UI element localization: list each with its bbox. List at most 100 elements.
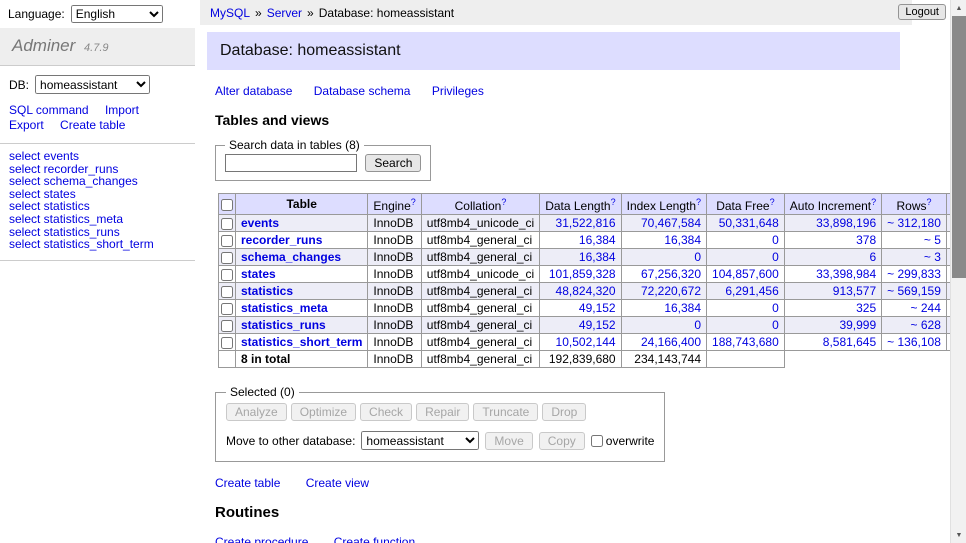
vertical-scrollbar[interactable]: ▲ ▼ <box>950 0 966 543</box>
rows-cell-link[interactable]: ~ 299,833 <box>887 267 941 281</box>
data-free-cell-link[interactable]: 0 <box>772 233 779 247</box>
analyze-button[interactable]: Analyze <box>226 403 287 421</box>
search-input[interactable] <box>225 154 357 172</box>
drop-button[interactable]: Drop <box>542 403 586 421</box>
index-length-cell-link[interactable]: 70,467,584 <box>641 216 701 230</box>
move-db-select[interactable]: homeassistant <box>361 431 479 450</box>
table-name-link[interactable]: recorder_runs <box>241 233 322 247</box>
help-link[interactable]: ? <box>501 197 506 207</box>
index-length-cell-link[interactable]: 16,384 <box>664 233 701 247</box>
row-checkbox[interactable] <box>221 320 233 332</box>
rows-cell-link[interactable]: ~ 312,180 <box>887 216 941 230</box>
logout-button[interactable]: Logout <box>898 4 946 20</box>
help-link[interactable]: ? <box>927 197 932 207</box>
scroll-down-icon[interactable]: ▼ <box>951 527 966 543</box>
help-link[interactable]: ? <box>871 197 876 207</box>
overwrite-checkbox[interactable] <box>591 435 603 447</box>
help-link[interactable]: ? <box>770 197 775 207</box>
auto-increment-cell-link[interactable]: 913,577 <box>833 284 876 298</box>
help-link[interactable]: ? <box>611 197 616 207</box>
data-length-cell-link[interactable]: 31,522,816 <box>556 216 616 230</box>
export-link[interactable]: Export <box>9 118 44 132</box>
data-length-cell-link[interactable]: 49,152 <box>579 301 616 315</box>
data-free-cell-link[interactable]: 50,331,648 <box>719 216 779 230</box>
privileges-link[interactable]: Privileges <box>432 84 484 98</box>
row-checkbox[interactable] <box>221 337 233 349</box>
selected-fieldset: Selected (0) AnalyzeOptimizeCheckRepairT… <box>215 385 665 462</box>
db-select[interactable]: homeassistant <box>35 75 150 94</box>
table-name-link[interactable]: statistics_runs <box>241 318 326 332</box>
create-function-link[interactable]: Create function <box>334 535 415 543</box>
row-checkbox[interactable] <box>221 218 233 230</box>
row-checkbox[interactable] <box>221 252 233 264</box>
auto-increment-cell-link[interactable]: 33,898,196 <box>816 216 876 230</box>
select-all-checkbox[interactable] <box>221 199 233 211</box>
search-button[interactable]: Search <box>365 154 421 172</box>
auto-increment-cell-link[interactable]: 6 <box>869 250 876 264</box>
collation-cell: utf8mb4_general_ci <box>421 334 539 351</box>
scroll-up-icon[interactable]: ▲ <box>951 0 966 16</box>
row-checkbox[interactable] <box>221 286 233 298</box>
data-length-cell-link[interactable]: 16,384 <box>579 250 616 264</box>
database-schema-link[interactable]: Database schema <box>314 84 411 98</box>
table-name-link[interactable]: schema_changes <box>241 250 341 264</box>
language-select[interactable]: English <box>71 5 163 23</box>
data-free-cell-link[interactable]: 0 <box>772 318 779 332</box>
scrollbar-thumb[interactable] <box>952 16 966 278</box>
help-link[interactable]: ? <box>696 197 701 207</box>
sidebar-select-link[interactable]: select statistics_short_term <box>9 237 154 251</box>
table-name-link[interactable]: statistics_short_term <box>241 335 362 349</box>
create-table-link[interactable]: Create table <box>60 118 125 132</box>
data-length-cell-link[interactable]: 101,859,328 <box>549 267 616 281</box>
index-length-cell-link[interactable]: 16,384 <box>664 301 701 315</box>
data-free-cell-link[interactable]: 0 <box>772 250 779 264</box>
data-length-cell-link[interactable]: 16,384 <box>579 233 616 247</box>
sql-command-link[interactable]: SQL command <box>9 103 89 117</box>
row-checkbox[interactable] <box>221 269 233 281</box>
data-free-cell-link[interactable]: 188,743,680 <box>712 335 779 349</box>
index-length-cell-link[interactable]: 67,256,320 <box>641 267 701 281</box>
help-link[interactable]: ? <box>411 197 416 207</box>
index-length-cell-link[interactable]: 72,220,672 <box>641 284 701 298</box>
rows-cell-link[interactable]: ~ 136,108 <box>887 335 941 349</box>
data-free-cell-link[interactable]: 0 <box>772 301 779 315</box>
rows-cell-link[interactable]: ~ 628 <box>911 318 941 332</box>
breadcrumb-mysql-link[interactable]: MySQL <box>210 6 250 20</box>
data-length-cell-link[interactable]: 49,152 <box>579 318 616 332</box>
create-procedure-link[interactable]: Create procedure <box>215 535 308 543</box>
row-checkbox[interactable] <box>221 303 233 315</box>
import-link[interactable]: Import <box>105 103 139 117</box>
auto-increment-cell-link[interactable]: 39,999 <box>839 318 876 332</box>
truncate-button[interactable]: Truncate <box>473 403 538 421</box>
move-button[interactable]: Move <box>485 432 532 450</box>
check-button[interactable]: Check <box>360 403 412 421</box>
adminer-logo-link[interactable]: Adminer <box>12 36 75 55</box>
alter-database-link[interactable]: Alter database <box>215 84 292 98</box>
create-table-link-main[interactable]: Create table <box>215 476 280 490</box>
auto-increment-cell-link[interactable]: 325 <box>856 301 876 315</box>
breadcrumb-server-link[interactable]: Server <box>267 6 302 20</box>
table-name-link[interactable]: statistics <box>241 284 293 298</box>
index-length-cell-link[interactable]: 0 <box>694 318 701 332</box>
create-view-link[interactable]: Create view <box>306 476 369 490</box>
table-name-link[interactable]: states <box>241 267 276 281</box>
data-free-cell-link[interactable]: 104,857,600 <box>712 267 779 281</box>
row-checkbox[interactable] <box>221 235 233 247</box>
rows-cell-link[interactable]: ~ 5 <box>924 233 941 247</box>
data-length-cell-link[interactable]: 48,824,320 <box>556 284 616 298</box>
data-free-cell-link[interactable]: 6,291,456 <box>725 284 778 298</box>
index-length-cell-link[interactable]: 24,166,400 <box>641 335 701 349</box>
auto-increment-cell-link[interactable]: 378 <box>856 233 876 247</box>
table-name-link[interactable]: events <box>241 216 279 230</box>
rows-cell-link[interactable]: ~ 3 <box>924 250 941 264</box>
repair-button[interactable]: Repair <box>416 403 469 421</box>
rows-cell-link[interactable]: ~ 244 <box>911 301 941 315</box>
optimize-button[interactable]: Optimize <box>291 403 356 421</box>
table-name-link[interactable]: statistics_meta <box>241 301 328 315</box>
auto-increment-cell-link[interactable]: 33,398,984 <box>816 267 876 281</box>
copy-button[interactable]: Copy <box>539 432 585 450</box>
index-length-cell-link[interactable]: 0 <box>694 250 701 264</box>
data-length-cell-link[interactable]: 10,502,144 <box>556 335 616 349</box>
rows-cell-link[interactable]: ~ 569,159 <box>887 284 941 298</box>
auto-increment-cell-link[interactable]: 8,581,645 <box>823 335 876 349</box>
